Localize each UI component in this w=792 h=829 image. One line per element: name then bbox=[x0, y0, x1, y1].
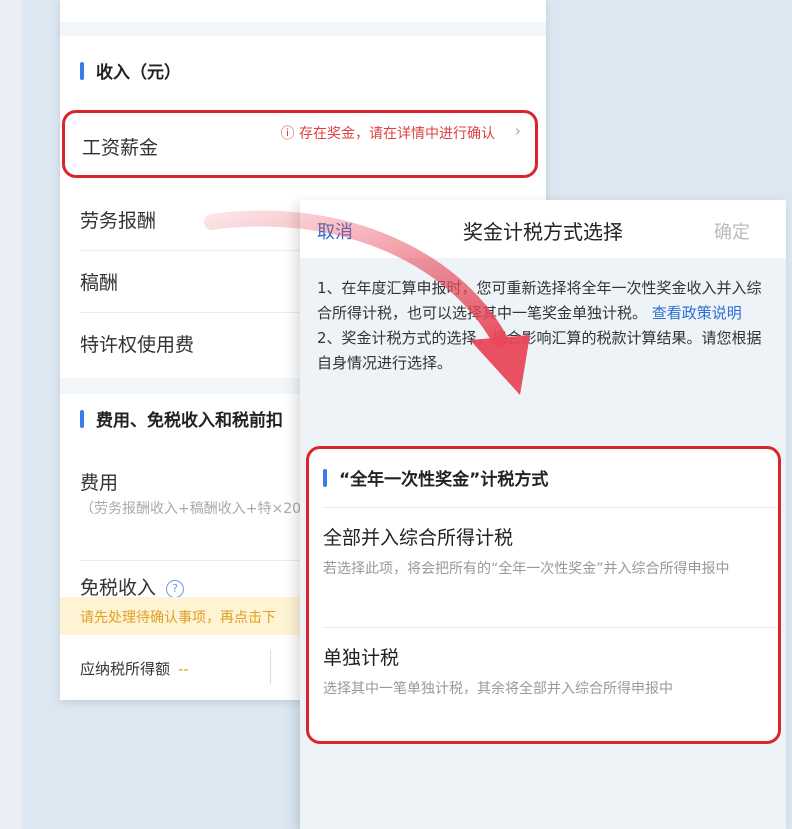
warning-bar-text: 请先处理待确认事项，再点击下 bbox=[80, 610, 276, 626]
tax-free-row[interactable]: 免税收入? bbox=[80, 573, 185, 600]
divider bbox=[323, 507, 778, 508]
option-name: 全部并入综合所得计税 bbox=[323, 527, 514, 549]
divider bbox=[323, 627, 778, 628]
income-row-labor[interactable]: 劳务报酬 bbox=[80, 206, 156, 233]
section-bar bbox=[80, 61, 84, 80]
bottom-bar-separator bbox=[270, 650, 271, 684]
taxable-income-value: -- bbox=[178, 660, 189, 678]
option-merge-all[interactable]: 全部并入综合所得计税 若选择此项，将会把所有的“全年一次性奖金”并入综合所得申报… bbox=[323, 523, 763, 582]
salary-label: 工资薪金 bbox=[82, 137, 159, 159]
chevron-right-icon: › bbox=[514, 121, 521, 140]
bonus-tax-method-dialog: 取消 奖金计税方式选择 确定 1、在年度汇算申报时，您可重新选择将全年一次性奖金… bbox=[300, 200, 786, 829]
section-bar bbox=[323, 468, 327, 487]
help-icon[interactable]: ? bbox=[166, 579, 185, 598]
option-desc: 选择其中一笔单独计税，其余将全部并入综合所得申报中 bbox=[323, 681, 673, 697]
confirm-button[interactable]: 确定 bbox=[714, 218, 750, 244]
option-separate[interactable]: 单独计税 选择其中一笔单独计税，其余将全部并入综合所得申报中 bbox=[323, 643, 763, 702]
income-section-title: 收入（元） bbox=[80, 58, 181, 83]
option-desc: 若选择此项，将会把所有的“全年一次性奖金”并入综合所得申报中 bbox=[323, 561, 730, 577]
dialog-header: 取消 奖金计税方式选择 确定 bbox=[300, 200, 786, 258]
fee-desc: （劳务报酬收入+稿酬收入+特×20% bbox=[80, 501, 315, 517]
expense-section-title: 费用、免税收入和税前扣 bbox=[80, 406, 283, 431]
salary-warning: ⓘ 存在奖金，请在详情中进行确认 bbox=[280, 126, 495, 142]
policy-link[interactable]: 查看政策说明 bbox=[652, 304, 742, 322]
salary-row[interactable]: 工资薪金 ⓘ 存在奖金，请在详情中进行确认 › bbox=[62, 110, 538, 178]
section-bar bbox=[80, 409, 84, 428]
income-row-royalty[interactable]: 稿酬 bbox=[80, 268, 118, 295]
taxable-income: 应纳税所得额 -- bbox=[80, 660, 189, 678]
dialog-notice: 1、在年度汇算申报时，您可重新选择将全年一次性奖金收入并入综合所得计税，也可以选… bbox=[317, 279, 762, 372]
income-row-franchise[interactable]: 特许权使用费 bbox=[80, 330, 194, 357]
options-section-title: “全年一次性奖金”计税方式 bbox=[323, 465, 548, 490]
fee-label: 费用 bbox=[80, 472, 119, 494]
tax-method-options: “全年一次性奖金”计税方式 全部并入综合所得计税 若选择此项，将会把所有的“全年… bbox=[306, 446, 781, 744]
alert-icon: ⓘ bbox=[280, 126, 299, 142]
section-gap bbox=[60, 22, 546, 36]
left-strip bbox=[0, 0, 22, 829]
option-name: 单独计税 bbox=[323, 647, 400, 669]
